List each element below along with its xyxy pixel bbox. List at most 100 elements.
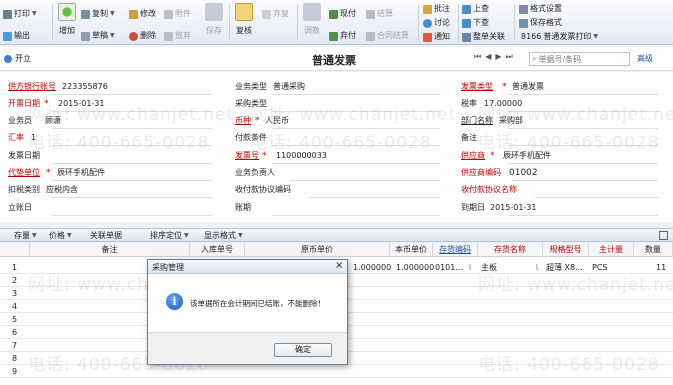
template-select[interactable]: 8166 普通发票打印 ▼ <box>521 31 598 43</box>
copy-icon <box>81 9 90 19</box>
agreement-code-field[interactable]: 收付款协议编码 <box>235 183 291 197</box>
contract-icon <box>366 31 375 41</box>
abandon-button[interactable]: 放弃 <box>164 30 191 42</box>
format-settings-button[interactable]: 格式设置 <box>519 3 562 15</box>
account-date-field[interactable]: 立账日 <box>8 201 32 215</box>
discard-pay-button[interactable]: 弃付 <box>329 30 356 42</box>
review-button[interactable]: 复核 <box>233 3 255 36</box>
invoice-no-field[interactable]: 发票号 * 1100000033 <box>235 149 327 163</box>
purchase-type-field[interactable]: 采购类型 <box>235 97 267 111</box>
payment-terms-field[interactable]: 付款条件 <box>235 131 267 145</box>
save-format-icon <box>519 18 528 28</box>
grid-settings-icon[interactable] <box>659 231 668 240</box>
agreement-name-field[interactable]: 收付款协议名称 <box>461 183 517 197</box>
close-icon[interactable]: × <box>335 260 343 271</box>
invoice-date-field[interactable]: 开票日期 * 2015-01-31 <box>8 97 105 111</box>
first-record-icon[interactable]: ⏮ <box>474 52 481 62</box>
paperclip-icon: ⌇ <box>468 263 472 272</box>
copy-button[interactable]: 复制 ▼ <box>81 8 115 20</box>
prev-record-icon[interactable]: ◀ <box>485 52 491 62</box>
delete-button[interactable]: 删除 <box>129 30 156 42</box>
search-box[interactable]: ⌕ <box>529 52 630 66</box>
department-field[interactable]: 部门名称 采购部 <box>461 114 523 128</box>
supplier-code-field[interactable]: 供应商编码 01002 <box>461 166 538 180</box>
deduction-type-field[interactable]: 扣税类别 应税内含 <box>8 183 78 197</box>
supplier-field[interactable]: 供应商 * 辰环手机配件 <box>461 149 551 163</box>
add-button[interactable]: 增加 <box>56 3 78 36</box>
display-format-button[interactable]: 显示格式 ▼ <box>204 230 243 242</box>
redeposit-button[interactable]: 弃复 <box>262 8 289 20</box>
draft-button[interactable]: 草稿 ▼ <box>81 30 115 42</box>
open-status: 开立 <box>4 53 31 64</box>
next-record-icon[interactable]: ▶ <box>495 52 501 62</box>
col-spec[interactable]: 规格型号 <box>543 243 589 257</box>
previous-button[interactable]: 上查 <box>462 3 489 15</box>
whole-link-button[interactable]: 整单关联 <box>462 31 505 43</box>
draft-icon <box>81 31 90 41</box>
main-toolbar: 打印 ▼ 输出 增加 复制 ▼ 草稿 ▼ 修改 删除 附件 放弃 保存 复核 弃… <box>0 0 673 45</box>
salesman-field[interactable]: 业务员 顾潇 <box>8 114 61 128</box>
invoice-type-field[interactable]: 发票类型 * 普通发票 <box>461 80 544 94</box>
export-button[interactable]: 输出 <box>3 30 30 42</box>
next-button[interactable]: 下查 <box>462 17 489 29</box>
tax-rate-field[interactable]: 税率 17.00000 <box>461 97 522 111</box>
review-icon <box>235 3 253 21</box>
dialog-message: 该单据所在会计期间已结账，不能删除！ <box>190 299 325 308</box>
message-dialog: 采购管理 × i 该单据所在会计期间已结账，不能删除！ 确定 <box>147 259 348 365</box>
remarks-field[interactable]: 备注 <box>461 131 477 145</box>
table-row[interactable]: 9 <box>0 365 673 378</box>
exchange-rate-field[interactable]: 汇率 1 <box>8 131 36 145</box>
advanced-search-link[interactable]: 高级 <box>637 53 653 64</box>
discard-pay-icon <box>329 31 338 41</box>
supplier-bank-account-field[interactable]: 供方银行账号 223355876 <box>8 80 108 94</box>
business-person-field[interactable]: 业务负责人 <box>235 166 275 180</box>
discuss-button[interactable]: 讨论 <box>423 17 450 29</box>
col-unit[interactable]: 主计量 <box>589 243 634 257</box>
adjust-button[interactable]: 调数 <box>301 3 323 36</box>
settle-button[interactable]: 结算 <box>366 8 393 20</box>
col-local-price[interactable]: 本币单价 <box>390 243 433 257</box>
currency-field[interactable]: 币种 * 人民币 <box>235 114 289 128</box>
settle-icon <box>366 9 375 19</box>
format-icon <box>519 4 528 14</box>
save-button[interactable]: 保存 <box>203 3 225 36</box>
col-remark[interactable]: 备注 <box>30 243 190 257</box>
dialog-title: 采购管理 <box>152 263 184 272</box>
modify-button[interactable]: 修改 <box>129 8 156 20</box>
related-docs-button[interactable]: 关联单据 <box>90 230 122 242</box>
business-type-field[interactable]: 业务类型 普通采购 <box>235 80 305 94</box>
grid-header: 备注 入库单号 原币单价 本币单价 存货编码 存货名称 规格型号 主计量 数量 <box>0 243 673 257</box>
col-receipt-no[interactable]: 入库单号 <box>190 243 245 257</box>
col-orig-price[interactable]: 原币单价 <box>245 243 390 257</box>
bell-icon <box>423 32 432 42</box>
col-qty[interactable]: 数量 <box>634 243 673 257</box>
notify-button[interactable]: 通知 <box>423 31 450 43</box>
document-title-bar: 开立 普通发票 ⏮ ◀ ▶ ⏭ ⌕ 高级 <box>0 47 673 71</box>
last-record-icon[interactable]: ⏭ <box>506 52 513 62</box>
grid-toolbar: 存量 ▼ 价格 ▼ 关联单据 排序定位 ▼ 显示格式 ▼ <box>0 228 673 242</box>
attach-button[interactable]: 附件 <box>164 8 191 20</box>
print-button[interactable]: 打印 ▼ <box>3 8 37 20</box>
sort-locate-button[interactable]: 排序定位 ▼ <box>150 230 189 242</box>
col-inv-name[interactable]: 存货名称 <box>478 243 543 257</box>
stock-button[interactable]: 存量 ▼ <box>14 230 37 242</box>
adjust-icon <box>303 3 321 21</box>
search-input[interactable] <box>538 54 619 64</box>
price-button[interactable]: 价格 ▼ <box>49 230 72 242</box>
approve-button[interactable]: 批注 <box>423 3 450 15</box>
paperclip-icon: ⌇ <box>535 263 539 272</box>
contract-settle-button[interactable]: 合同结算 <box>366 30 409 42</box>
arrow-down-icon <box>462 18 471 28</box>
cashier-button[interactable]: 现付 <box>329 8 356 20</box>
period-field[interactable]: 账期 <box>235 201 251 215</box>
save-format-button[interactable]: 保存格式 <box>519 17 562 29</box>
col-inv-code[interactable]: 存货编码 <box>433 243 478 257</box>
due-date-field[interactable]: 到期日 2015-01-31 <box>461 201 537 215</box>
ok-button[interactable]: 确定 <box>274 343 332 357</box>
export-icon <box>3 31 12 41</box>
delete-icon <box>129 31 138 41</box>
invoice-date2-field[interactable]: 发票日期 <box>8 149 40 163</box>
edit-icon <box>129 9 138 19</box>
arrow-up-icon <box>462 4 471 14</box>
agent-unit-field[interactable]: 代垫单位 * 辰环手机配件 <box>8 166 105 180</box>
